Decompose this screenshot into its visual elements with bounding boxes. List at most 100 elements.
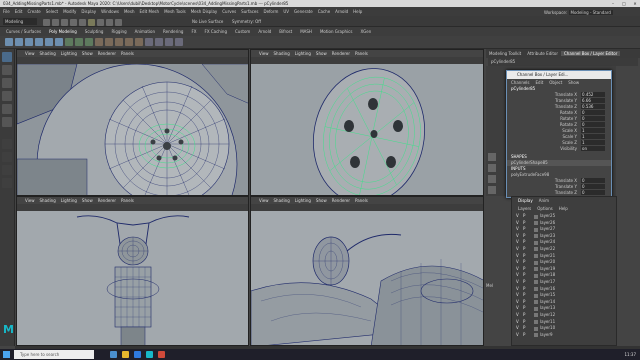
layer-row[interactable]: V Player22: [512, 246, 616, 253]
layer-playback-toggle[interactable]: P: [523, 299, 525, 306]
layer-visibility-toggle[interactable]: V: [516, 272, 519, 279]
channel-value-field[interactable]: 1: [581, 140, 605, 145]
layer-row[interactable]: V Player21: [512, 253, 616, 260]
single-view-icon[interactable]: [2, 139, 12, 149]
layer-playback-toggle[interactable]: P: [523, 286, 525, 293]
rotate-tool-icon[interactable]: [2, 104, 12, 114]
script-language-label[interactable]: Mel: [486, 283, 510, 289]
layer-visibility-toggle[interactable]: V: [516, 239, 519, 246]
menu-item-curves[interactable]: Curves: [222, 9, 236, 14]
live-surface-label[interactable]: No Live Surface: [192, 18, 223, 25]
layer-playback-toggle[interactable]: P: [523, 259, 525, 266]
layer-name[interactable]: layer16: [540, 286, 555, 293]
shelf-tab-rigging[interactable]: Rigging: [111, 29, 126, 34]
channel-menu-object[interactable]: Object: [549, 80, 562, 85]
menu-item-mesh[interactable]: Mesh: [124, 9, 135, 14]
layer-row[interactable]: V Player15: [512, 292, 616, 299]
layer-name[interactable]: layer27: [540, 226, 555, 233]
poly-cylinder-icon[interactable]: [25, 38, 33, 46]
menu-item-windows[interactable]: Windows: [101, 9, 119, 14]
layer-visibility-toggle[interactable]: V: [516, 332, 519, 339]
layer-playback-toggle[interactable]: P: [523, 266, 525, 273]
viewport-menu-view[interactable]: View: [259, 198, 269, 203]
viewport-menu-lighting[interactable]: Lighting: [61, 51, 77, 56]
shelf-tab-sculpting[interactable]: Sculpting: [85, 29, 104, 34]
layer-visibility-toggle[interactable]: V: [516, 226, 519, 233]
layer-playback-toggle[interactable]: P: [523, 239, 525, 246]
channel-value-field[interactable]: 1: [581, 128, 605, 133]
viewport-menu-shading[interactable]: Shading: [40, 51, 56, 56]
side-tab-attribute-editor[interactable]: Attribute Editor: [524, 51, 561, 56]
layer-color-swatch[interactable]: [534, 260, 538, 265]
layer-playback-toggle[interactable]: P: [523, 312, 525, 319]
layer-name[interactable]: layer22: [540, 246, 555, 253]
layer-color-swatch[interactable]: [534, 234, 538, 239]
multi-cut-icon[interactable]: [135, 38, 143, 46]
layer-row[interactable]: V Player23: [512, 233, 616, 240]
layer-visibility-toggle[interactable]: V: [516, 305, 519, 312]
shelf-tab-arnold[interactable]: Arnold: [258, 29, 271, 34]
shelf-tab-motion-graphics[interactable]: Motion Graphics: [320, 29, 353, 34]
side-by-side-icon[interactable]: [2, 165, 12, 175]
shelf-tab-curves-surfaces[interactable]: Curves / Surfaces: [6, 29, 41, 34]
shelf-tab-animation[interactable]: Animation: [135, 29, 155, 34]
layer-row[interactable]: V Player11: [512, 319, 616, 326]
poly-sphere-icon[interactable]: [5, 38, 13, 46]
layer-visibility-toggle[interactable]: V: [516, 325, 519, 332]
layer-name[interactable]: layer25: [540, 213, 555, 220]
viewport-bottom-left[interactable]: View Shading Lighting Show Renderer Panels: [16, 196, 249, 346]
viewport-menu-show[interactable]: Show: [82, 198, 93, 203]
layer-row[interactable]: V Player27: [512, 226, 616, 233]
select-tool-icon[interactable]: [2, 52, 12, 62]
layer-visibility-toggle[interactable]: V: [516, 213, 519, 220]
layer-name[interactable]: layer19: [540, 266, 555, 273]
layer-color-swatch[interactable]: [534, 273, 538, 278]
layer-playback-toggle[interactable]: P: [523, 325, 525, 332]
layer-color-swatch[interactable]: [534, 267, 538, 272]
layer-visibility-toggle[interactable]: V: [516, 266, 519, 273]
channel-menu-channels[interactable]: Channels: [511, 80, 530, 85]
shelf-side-icon[interactable]: [488, 186, 496, 194]
layer-row[interactable]: V Player18: [512, 272, 616, 279]
poly-plane-icon[interactable]: [55, 38, 63, 46]
layer-color-swatch[interactable]: [534, 293, 538, 298]
combine-icon[interactable]: [65, 38, 73, 46]
channel-value-field[interactable]: 6.66: [581, 98, 605, 103]
channel-value-field[interactable]: 0: [581, 190, 605, 195]
close-icon[interactable]: ✕: [630, 0, 640, 7]
bevel-icon[interactable]: [105, 38, 113, 46]
viewport-menu-view[interactable]: View: [259, 51, 269, 56]
poly-torus-icon[interactable]: [45, 38, 53, 46]
poly-cone-icon[interactable]: [35, 38, 43, 46]
viewport-top-right[interactable]: View Shading Lighting Show Renderer Panels: [250, 49, 484, 196]
taskbar-search-input[interactable]: Type here to search: [14, 350, 94, 359]
layer-visibility-toggle[interactable]: V: [516, 292, 519, 299]
layer-tab-display[interactable]: Display: [515, 198, 536, 203]
layer-visibility-toggle[interactable]: V: [516, 259, 519, 266]
maya-taskbar-icon[interactable]: [146, 351, 153, 358]
quad-draw-icon[interactable]: [155, 38, 163, 46]
layer-row[interactable]: V Player9: [512, 332, 616, 339]
viewport-menu-shading[interactable]: Shading: [40, 198, 56, 203]
layer-name[interactable]: layer9: [540, 332, 553, 339]
viewport-menu-view[interactable]: View: [25, 198, 35, 203]
viewport-menu-panels[interactable]: Panels: [355, 51, 368, 56]
menu-item-display[interactable]: Display: [81, 9, 96, 14]
symmetry-label[interactable]: Symmetry: Off: [232, 18, 261, 25]
layer-color-swatch[interactable]: [534, 247, 538, 252]
shelf-tab-bifrost[interactable]: Bifrost: [279, 29, 292, 34]
open-scene-icon[interactable]: [52, 19, 59, 26]
shelf-tab-fx-caching[interactable]: FX Caching: [205, 29, 227, 34]
layer-name[interactable]: layer23: [540, 233, 555, 240]
minimize-icon[interactable]: –: [608, 0, 618, 7]
menu-item-modify[interactable]: Modify: [63, 9, 76, 14]
target-weld-icon[interactable]: [145, 38, 153, 46]
channel-menu-show[interactable]: Show: [568, 80, 579, 85]
snap-grid-icon[interactable]: [97, 19, 104, 26]
menu-item-create[interactable]: Create: [27, 9, 40, 14]
layer-row[interactable]: V Player10: [512, 325, 616, 332]
layer-visibility-toggle[interactable]: V: [516, 220, 519, 227]
layer-menu-layers[interactable]: Layers: [515, 206, 534, 211]
layer-playback-toggle[interactable]: P: [523, 233, 525, 240]
layer-visibility-toggle[interactable]: V: [516, 279, 519, 286]
